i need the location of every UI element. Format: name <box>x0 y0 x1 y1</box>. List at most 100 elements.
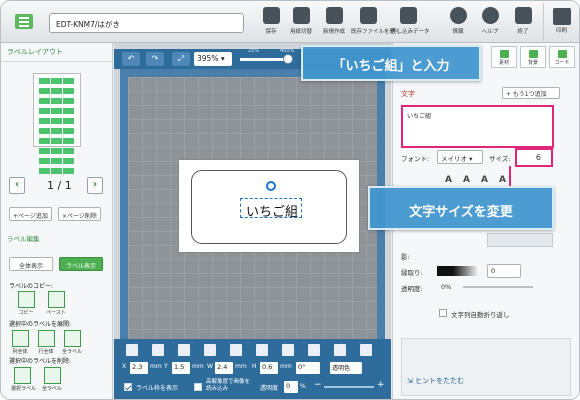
w-label: W <box>207 363 213 370</box>
exit-button[interactable]: 終了 <box>506 7 540 35</box>
alignment-group[interactable] <box>487 233 553 247</box>
help-button[interactable]: ヘルプ <box>473 7 507 35</box>
align-left-icon[interactable] <box>256 344 268 356</box>
size-field[interactable]: 6 <box>515 148 553 167</box>
show-frame-checkbox[interactable] <box>124 383 132 391</box>
opacity-slider[interactable] <box>324 386 374 388</box>
prev-page-button[interactable]: ‹ <box>9 177 25 194</box>
next-page-button[interactable]: › <box>87 177 103 194</box>
tab-background[interactable]: 背景 <box>520 46 546 68</box>
opacity-unit: % <box>300 383 306 390</box>
menu-button[interactable] <box>15 14 33 29</box>
layer-icon[interactable] <box>282 344 294 356</box>
outline-field[interactable]: 0 <box>487 264 521 278</box>
exit-icon <box>514 7 532 24</box>
outline-color-black[interactable] <box>437 266 453 276</box>
size-label: サイズ: <box>489 155 511 163</box>
zoom-select[interactable]: 395% ▾ <box>194 52 232 66</box>
rotate-handle[interactable] <box>266 181 276 191</box>
tab-material[interactable]: 素材 <box>491 46 517 68</box>
zoom-slider-knob[interactable] <box>283 54 294 64</box>
tab-code[interactable]: コード <box>549 46 575 68</box>
h-unit: mm <box>280 363 292 370</box>
x-field[interactable]: 2.3 <box>130 362 148 374</box>
outline-text-icon[interactable]: A <box>481 175 488 185</box>
delete-selected-button[interactable]: 選択ラベル <box>11 367 36 392</box>
shadow-text-icon[interactable]: A <box>499 175 506 185</box>
high-res-label: 高解像度で画像を読み込み <box>206 379 251 392</box>
open-file-button[interactable]: 既存ファイルを開く <box>351 7 401 35</box>
label-frame: いちご組 <box>191 170 347 244</box>
paste-icon <box>47 291 65 308</box>
high-res-checkbox[interactable] <box>194 383 202 391</box>
save-button[interactable]: 保存 <box>254 7 288 35</box>
hint-area <box>401 338 571 396</box>
font-select[interactable]: メイリオ ▾ <box>437 150 483 164</box>
align-icon[interactable] <box>230 344 242 356</box>
opacity-slider-right[interactable] <box>463 286 533 288</box>
image-icon[interactable] <box>308 344 320 356</box>
new-icon <box>325 7 343 24</box>
auto-wrap-checkbox[interactable] <box>439 309 447 317</box>
bold-icon[interactable]: A <box>445 175 452 185</box>
printer-icon <box>552 8 571 25</box>
callout-size: 文字サイズを変更 <box>368 186 554 230</box>
expand-all-button[interactable]: 全ラベル <box>61 330 83 355</box>
layout-preview[interactable] <box>33 73 81 174</box>
y-label: Y <box>164 363 168 370</box>
opacity-label: 透明度 <box>260 385 279 392</box>
filename-field[interactable]: EDT-KNM7/はがき <box>49 13 244 33</box>
delete-page-button[interactable]: ×ページ削除 <box>58 207 101 221</box>
delete-title: 選択中のラベルを削除: <box>9 358 72 365</box>
angle-field[interactable]: 0° <box>296 362 320 374</box>
view-all-button[interactable]: 全体表示 <box>9 257 53 271</box>
outline-label: 縁取り: <box>401 269 423 277</box>
expand-row-button[interactable]: 行全体 <box>35 330 57 355</box>
more-icon[interactable] <box>360 344 372 356</box>
italic-icon[interactable]: A <box>463 175 470 185</box>
fit-icon[interactable]: ⤢ <box>172 52 190 66</box>
view-label-button[interactable]: ラベル表示 <box>59 257 103 271</box>
opacity-minus-icon[interactable]: − <box>314 380 322 390</box>
paper-switch-icon <box>292 7 310 24</box>
app-window: EDT-KNM7/はがき 保存 用紙切替 新規作成 既存ファイルを開く 差し込み… <box>0 0 580 400</box>
paste-button[interactable]: ペースト <box>45 291 67 316</box>
paper-switch-button[interactable]: 用紙切替 <box>284 7 318 35</box>
undo-button[interactable]: ↶ <box>122 52 140 66</box>
add-line-button[interactable]: + もう1つ追加 <box>502 87 560 99</box>
new-button[interactable]: 新規作成 <box>317 7 351 35</box>
w-unit: mm <box>235 363 247 370</box>
copy-object-icon[interactable] <box>178 344 190 356</box>
merge-data-button[interactable]: 差し込みデータ <box>391 7 430 35</box>
canvas-area: ↶ ↷ ⤢ 395% ▾ 25% 400% いちご組 X 2.3 mm Y 1.… <box>114 43 391 399</box>
w-field[interactable]: 2.4 <box>215 362 233 374</box>
transparent-color-button[interactable]: 透明色 <box>330 362 362 374</box>
y-field[interactable]: 1.5 <box>172 362 190 374</box>
print-button[interactable]: 印刷 <box>543 3 579 41</box>
object-toolbar: X 2.3 mm Y 1.5 mm W 2.4 mm H 0.6 mm 0° 透… <box>114 339 391 399</box>
opacity-field[interactable]: 0 <box>284 381 298 393</box>
hide-hint-link[interactable]: ⇲ ヒントをたたむ <box>407 376 567 386</box>
h-field[interactable]: 0.6 <box>260 362 278 374</box>
left-panel: ラベルレイアウト ‹ 1 / 1 › +ページ追加 ×ページ削除 ラベル編集 全… <box>1 43 113 399</box>
opacity-label-right: 透明度: <box>401 285 423 293</box>
save-icon <box>262 7 280 24</box>
x-label: X <box>122 363 127 370</box>
add-page-button[interactable]: +ページ追加 <box>9 207 52 221</box>
text-object[interactable]: いちご組 <box>240 198 302 220</box>
lock-icon[interactable] <box>334 344 346 356</box>
opacity-plus-icon[interactable]: + <box>377 380 385 390</box>
calendar-icon[interactable] <box>126 344 138 356</box>
paste-object-icon[interactable] <box>204 344 216 356</box>
page-indicator: 1 / 1 <box>47 179 72 192</box>
text-input[interactable]: いちご組 <box>401 105 554 148</box>
info-button[interactable]: 情報 <box>441 7 475 35</box>
copy-button[interactable]: コピー <box>15 291 37 316</box>
redo-button[interactable]: ↷ <box>146 52 164 66</box>
label-card[interactable]: いちご組 <box>178 159 360 253</box>
outline-gradient[interactable] <box>453 266 479 276</box>
expand-column-button[interactable]: 列全体 <box>9 330 31 355</box>
delete-all-button[interactable]: 全ラベル <box>41 367 63 392</box>
edit-title: ラベル編集 <box>7 235 40 243</box>
delete-icon[interactable] <box>152 344 164 356</box>
